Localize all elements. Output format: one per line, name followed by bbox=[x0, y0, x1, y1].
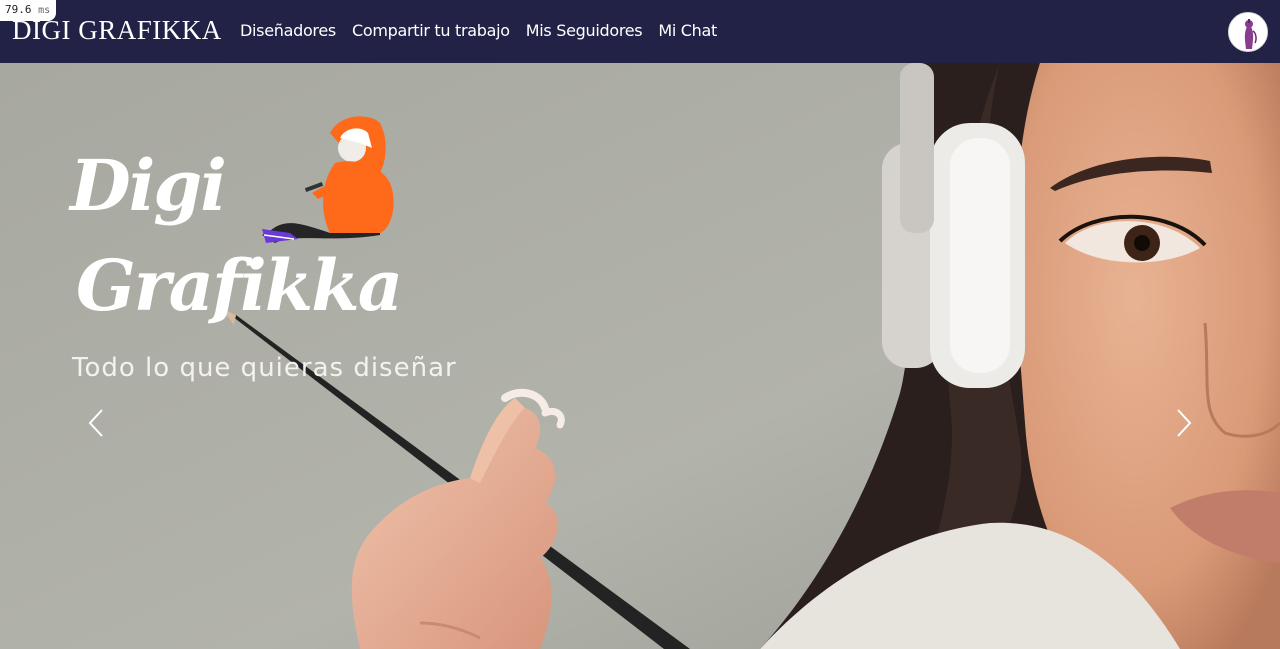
chevron-right-icon bbox=[1177, 409, 1192, 437]
hero-tagline: Todo lo que quieras diseñar bbox=[72, 353, 457, 383]
timing-value: 79.6 bbox=[5, 3, 32, 16]
nav-link-chat[interactable]: Mi Chat bbox=[658, 19, 717, 43]
avatar-icon bbox=[1229, 13, 1267, 51]
profile-avatar[interactable] bbox=[1228, 12, 1268, 52]
navbar: DIGI GRAFIKKA Diseñadores Compartir tu t… bbox=[0, 0, 1280, 63]
nav-link-compartir[interactable]: Compartir tu trabajo bbox=[352, 19, 510, 43]
hero-logo-line2: Grafikka bbox=[76, 244, 403, 327]
nav-link-seguidores[interactable]: Mis Seguidores bbox=[526, 19, 643, 43]
carousel-prev-button[interactable] bbox=[76, 403, 116, 443]
carousel-next-button[interactable] bbox=[1164, 403, 1204, 443]
hero-carousel: Digi Grafikka Todo lo que quieras diseña… bbox=[0, 63, 1280, 649]
nav-links: Diseñadores Compartir tu trabajo Mis Seg… bbox=[240, 19, 717, 43]
render-timing: 79.6 ms bbox=[0, 0, 57, 21]
timing-unit: ms bbox=[38, 5, 51, 16]
chevron-left-icon bbox=[88, 409, 103, 437]
nav-link-disenadores[interactable]: Diseñadores bbox=[240, 19, 336, 43]
hero-logo-line1: Digi bbox=[70, 144, 227, 227]
